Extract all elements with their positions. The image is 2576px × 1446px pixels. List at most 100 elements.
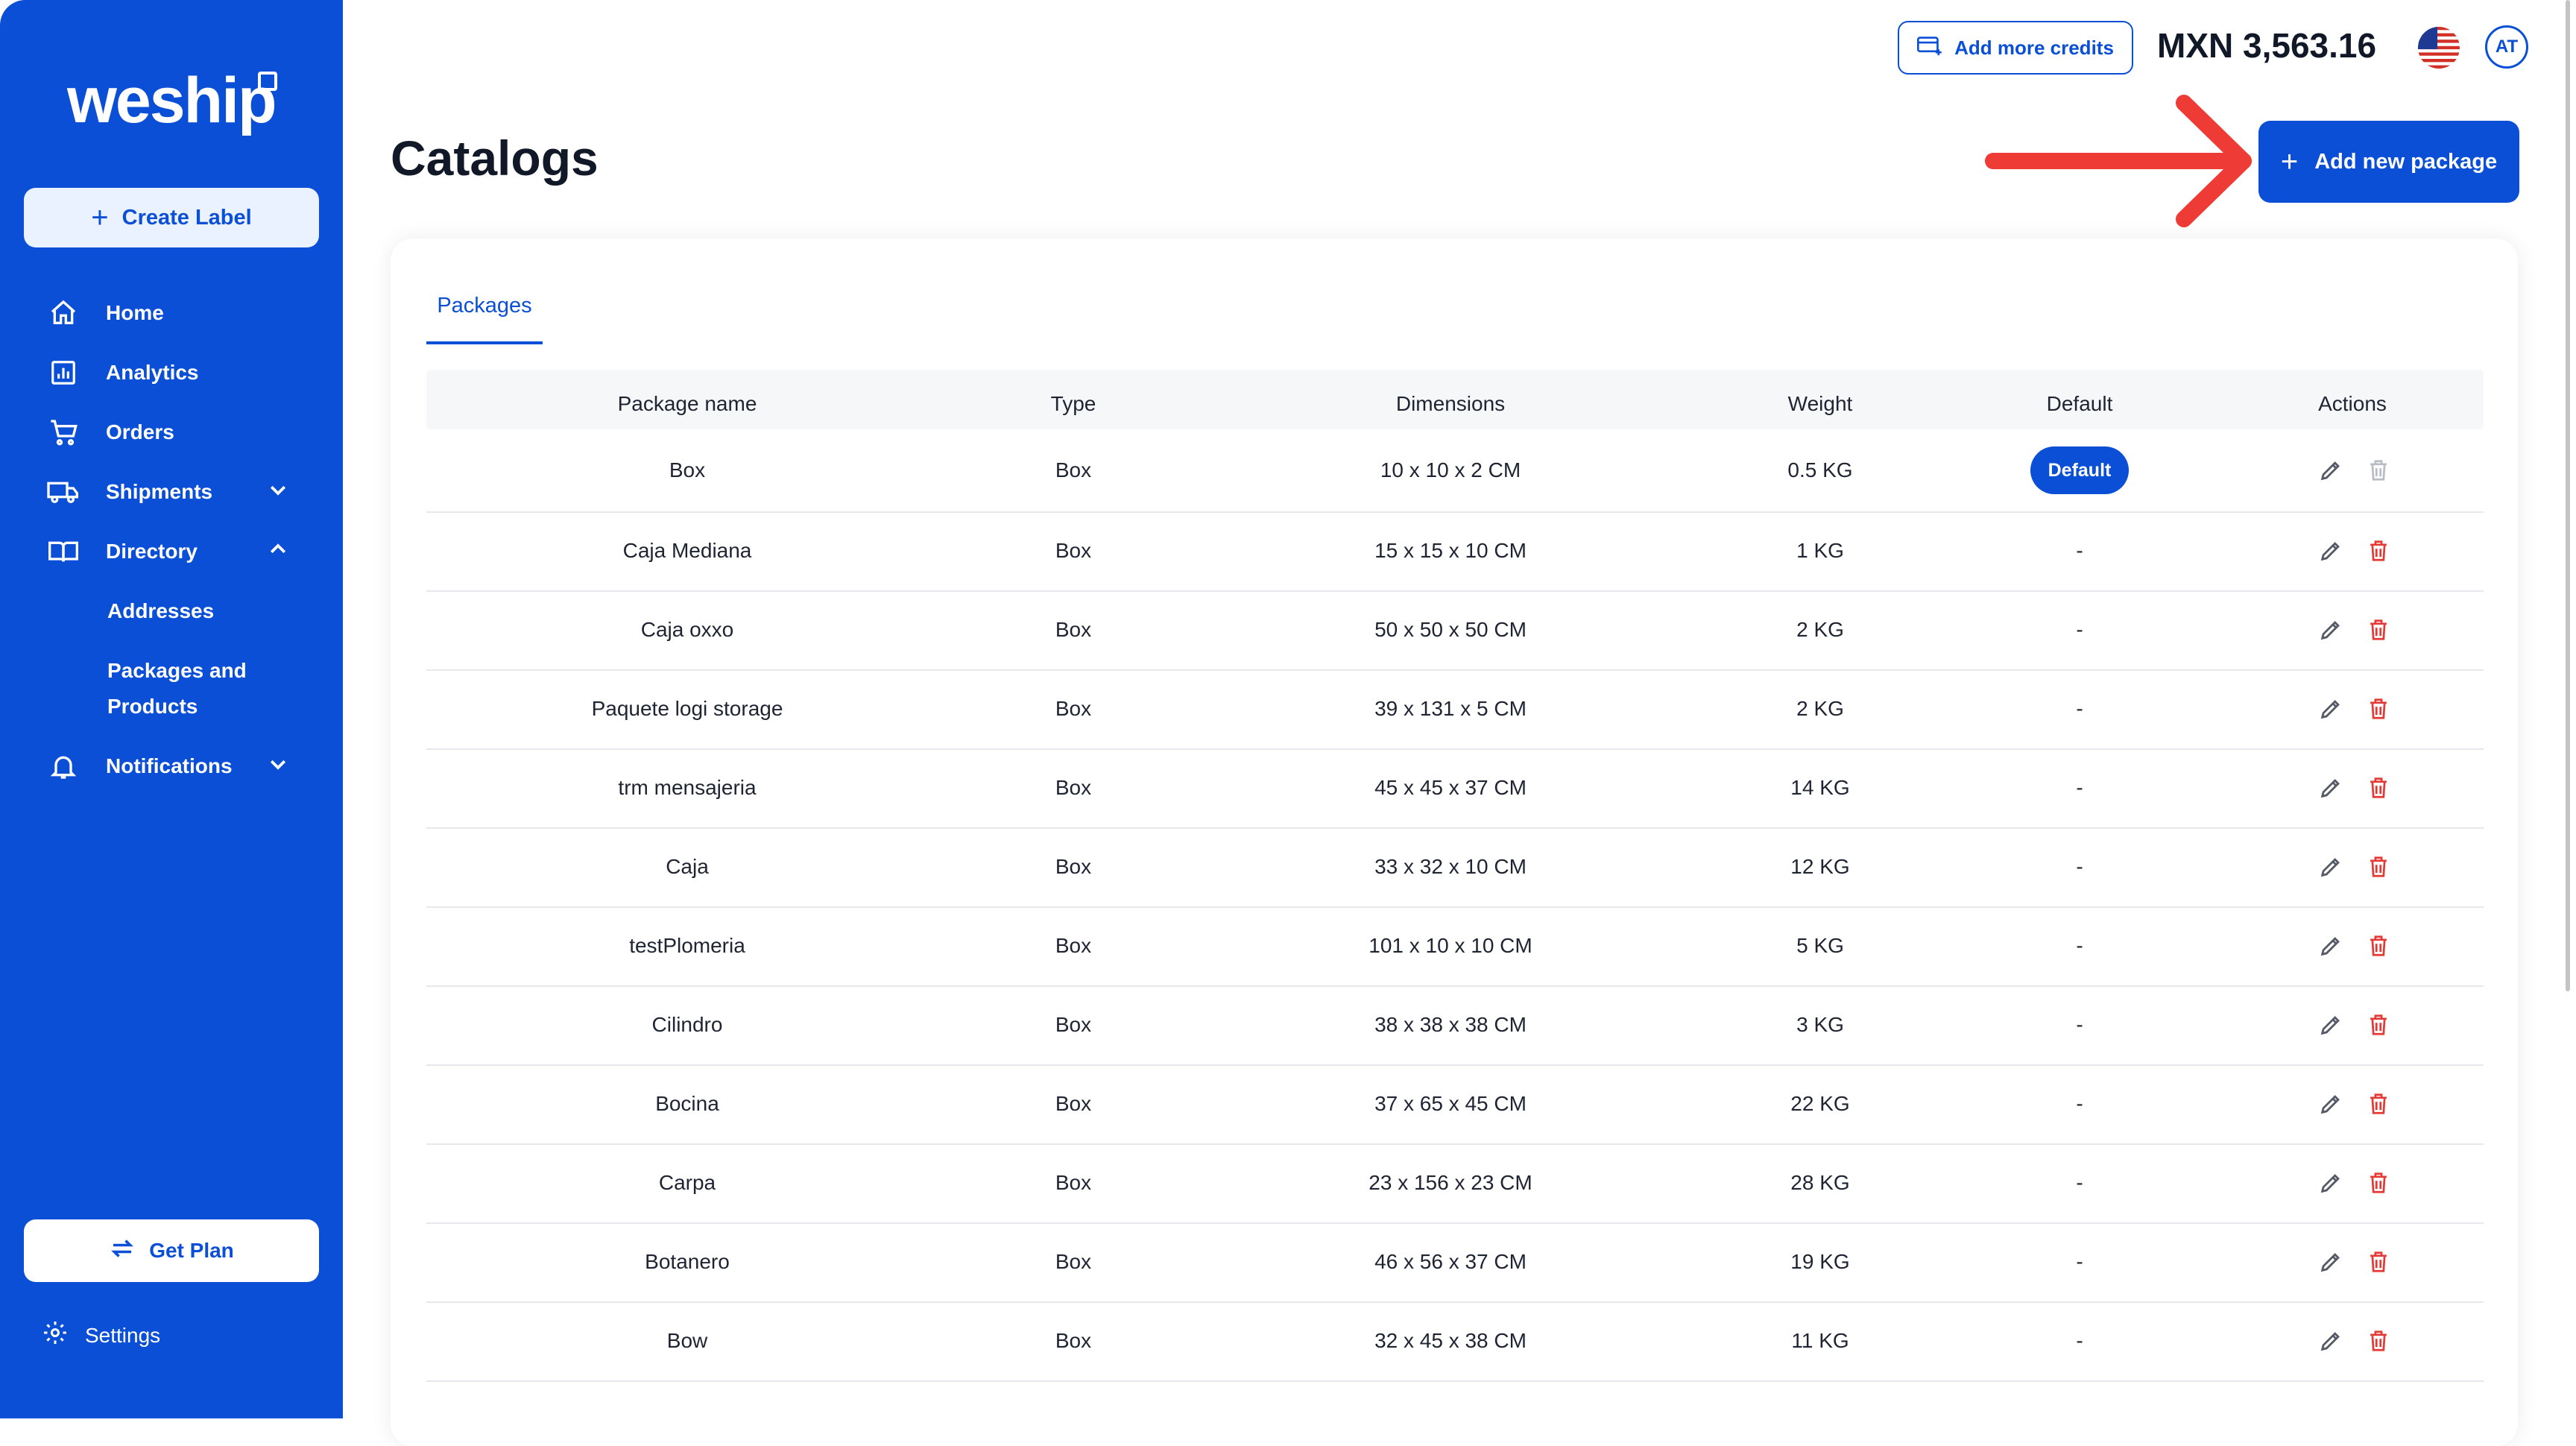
delete-trash-icon[interactable] (2367, 1249, 2390, 1278)
settings-label: Settings (85, 1323, 161, 1347)
create-label-text: Create Label (121, 205, 252, 230)
sidebar-item-label: Analytics (106, 361, 199, 384)
annotation-arrow-icon (1985, 95, 2252, 227)
cell-default: - (2076, 1013, 2083, 1036)
cell-weight: 12 KG (1790, 855, 1850, 878)
edit-pencil-icon[interactable] (2318, 933, 2343, 962)
us-flag-icon[interactable] (2418, 27, 2460, 69)
cell-dimensions: 15 x 15 x 10 CM (1374, 539, 1527, 562)
plus-icon: + (2280, 145, 2299, 178)
account-balance: MXN 3,563.16 (2157, 26, 2377, 65)
edit-pencil-icon[interactable] (2318, 854, 2343, 883)
delete-trash-icon[interactable] (2367, 1091, 2390, 1120)
tab-packages[interactable]: Packages (426, 294, 543, 318)
column-header-actions: Actions (2318, 392, 2387, 415)
cell-dimensions: 33 x 32 x 10 CM (1374, 855, 1527, 878)
book-icon (45, 533, 82, 570)
table-header: Package name Type Dimensions Weight Defa… (426, 370, 2484, 429)
cell-weight: 0.5 KG (1787, 458, 1853, 482)
delete-trash-icon[interactable] (2367, 538, 2390, 567)
cell-weight: 2 KG (1796, 697, 1844, 720)
chevron-down-icon[interactable] (267, 479, 289, 506)
edit-pencil-icon[interactable] (2318, 1170, 2343, 1199)
cell-default: - (2076, 776, 2083, 799)
delete-trash-icon[interactable] (2367, 1012, 2390, 1041)
settings-link[interactable]: Settings (42, 1319, 160, 1351)
column-header-default[interactable]: Default (2047, 392, 2113, 416)
page-scrollbar[interactable] (2566, 0, 2570, 991)
cell-default: - (2076, 1092, 2083, 1115)
table-row: Carpa Box 23 x 156 x 23 CM 28 KG - (426, 1143, 2484, 1224)
cell-package-name: Bocina (655, 1092, 719, 1115)
edit-pencil-icon[interactable] (2318, 1328, 2343, 1357)
delete-trash-icon[interactable] (2367, 854, 2390, 883)
table-row: Caja Mediana Box 15 x 15 x 10 CM 1 KG - (426, 511, 2484, 592)
delete-trash-icon[interactable] (2367, 1170, 2390, 1199)
column-header-type[interactable]: Type (1051, 392, 1096, 416)
sidebar-item-analytics[interactable]: Analytics (45, 350, 199, 395)
sidebar-item-label: Notifications (106, 754, 233, 777)
edit-pencil-icon[interactable] (2318, 1012, 2343, 1041)
sidebar-subitem-products[interactable]: Products (107, 689, 198, 724)
cell-type: Box (1055, 776, 1092, 799)
create-label-button[interactable]: + Create Label (24, 188, 319, 247)
sidebar-item-orders[interactable]: Orders (45, 410, 174, 455)
cell-package-name: Caja oxxo (640, 618, 734, 641)
delete-trash-icon[interactable] (2367, 933, 2390, 962)
table-row: Botanero Box 46 x 56 x 37 CM 19 KG - (426, 1222, 2484, 1303)
cell-dimensions: 32 x 45 x 38 CM (1374, 1329, 1527, 1352)
add-credits-label: Add more credits (1954, 36, 2114, 59)
column-header-weight[interactable]: Weight (1788, 392, 1853, 416)
sidebar-subitem-addresses[interactable]: Addresses (107, 593, 214, 629)
chevron-down-icon[interactable] (267, 753, 289, 780)
delete-trash-icon[interactable] (2367, 458, 2390, 487)
cell-package-name: Cilindro (651, 1013, 723, 1036)
edit-pencil-icon[interactable] (2318, 1091, 2343, 1120)
cell-dimensions: 46 x 56 x 37 CM (1374, 1250, 1527, 1273)
cell-type: Box (1055, 1013, 1092, 1036)
cell-default: - (2076, 618, 2083, 641)
cell-weight: 14 KG (1790, 776, 1850, 799)
delete-trash-icon[interactable] (2367, 1328, 2390, 1357)
page-title: Catalogs (391, 130, 599, 186)
sidebar-item-shipments[interactable]: Shipments (45, 470, 286, 514)
add-new-package-button[interactable]: + Add new package (2258, 121, 2519, 203)
delete-trash-icon[interactable] (2367, 617, 2390, 646)
packages-card: Packages Package name Type Dimensions We… (391, 239, 2518, 1446)
cell-dimensions: 10 x 10 x 2 CM (1380, 458, 1521, 482)
analytics-icon (45, 354, 82, 391)
cell-default: - (2076, 934, 2083, 957)
cell-type: Box (1055, 1171, 1092, 1194)
edit-pencil-icon[interactable] (2318, 775, 2343, 804)
sidebar-item-directory[interactable]: Directory (45, 529, 286, 574)
column-header-package-name[interactable]: Package name (618, 392, 757, 416)
cell-package-name: Caja Mediana (622, 539, 752, 562)
cell-weight: 1 KG (1796, 539, 1844, 562)
user-avatar[interactable]: AT (2485, 25, 2528, 69)
table-row: Caja Box 33 x 32 x 10 CM 12 KG - (426, 827, 2484, 908)
delete-trash-icon[interactable] (2367, 696, 2390, 725)
cart-icon (45, 414, 82, 451)
edit-pencil-icon[interactable] (2318, 458, 2343, 487)
add-credits-button[interactable]: Add more credits (1898, 21, 2133, 75)
edit-pencil-icon[interactable] (2318, 696, 2343, 725)
chevron-up-icon[interactable] (267, 538, 289, 566)
cell-package-name: Caja (666, 855, 709, 878)
cell-type: Box (1055, 855, 1092, 878)
get-plan-button[interactable]: Get Plan (24, 1219, 319, 1282)
sidebar-item-home[interactable]: Home (45, 291, 164, 335)
edit-pencil-icon[interactable] (2318, 538, 2343, 567)
cell-weight: 22 KG (1790, 1092, 1850, 1115)
sidebar-subitem-packages-and[interactable]: Packages and (107, 653, 247, 689)
cell-dimensions: 39 x 131 x 5 CM (1374, 697, 1527, 720)
cell-default: - (2076, 1250, 2083, 1273)
edit-pencil-icon[interactable] (2318, 1249, 2343, 1278)
sidebar-item-notifications[interactable]: Notifications (45, 744, 286, 789)
cell-weight: 19 KG (1790, 1250, 1850, 1273)
delete-trash-icon[interactable] (2367, 775, 2390, 804)
cell-default: - (2076, 1329, 2083, 1352)
column-header-dimensions[interactable]: Dimensions (1396, 392, 1505, 416)
cell-package-name: Box (669, 458, 706, 482)
edit-pencil-icon[interactable] (2318, 617, 2343, 646)
weship-logo[interactable]: weship (67, 64, 277, 138)
